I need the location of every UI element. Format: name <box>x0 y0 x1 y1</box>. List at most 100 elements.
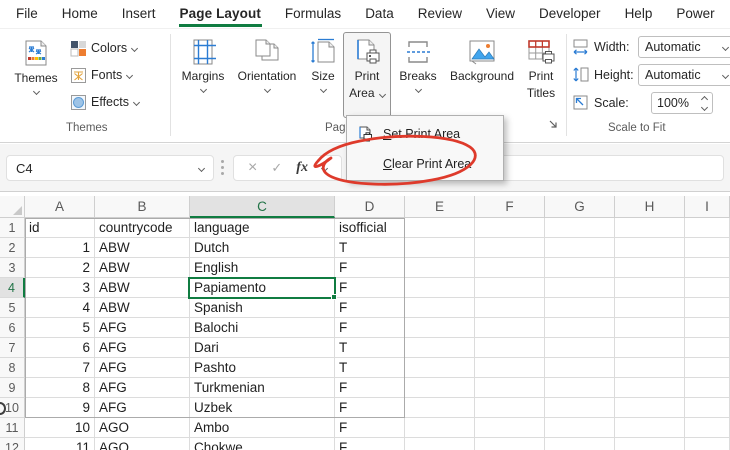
row-header-10[interactable]: 10 <box>0 398 25 418</box>
cell[interactable] <box>405 438 475 450</box>
cell[interactable] <box>545 278 615 298</box>
tab-view[interactable]: View <box>474 0 527 28</box>
cell[interactable] <box>405 418 475 438</box>
cell[interactable] <box>405 318 475 338</box>
cell[interactable] <box>615 378 685 398</box>
cell-B12[interactable]: AGO <box>95 438 190 450</box>
cell[interactable] <box>475 398 545 418</box>
cell-A5[interactable]: 4 <box>25 298 95 318</box>
cell[interactable] <box>545 358 615 378</box>
insert-function-button[interactable]: fx <box>296 160 308 176</box>
cell-D1[interactable]: isofficial <box>335 218 405 238</box>
row-header-2[interactable]: 2 <box>0 238 25 258</box>
cell-B7[interactable]: AFG <box>95 338 190 358</box>
cell[interactable] <box>545 238 615 258</box>
cell[interactable] <box>405 258 475 278</box>
cell-B2[interactable]: ABW <box>95 238 190 258</box>
column-header-C[interactable]: C <box>190 196 335 218</box>
cell[interactable] <box>475 238 545 258</box>
cell-A2[interactable]: 1 <box>25 238 95 258</box>
themes-button[interactable]: Themes <box>8 32 64 118</box>
tab-insert[interactable]: Insert <box>110 0 168 28</box>
cell-A6[interactable]: 5 <box>25 318 95 338</box>
column-header-H[interactable]: H <box>615 196 685 218</box>
page-setup-dialog-launcher[interactable] <box>548 119 562 133</box>
cell-D4[interactable]: F <box>335 278 405 298</box>
tab-page-layout[interactable]: Page Layout <box>168 0 273 28</box>
margins-button[interactable]: Margins <box>174 32 232 118</box>
cell[interactable] <box>545 258 615 278</box>
cell-D7[interactable]: T <box>335 338 405 358</box>
cell[interactable] <box>475 438 545 450</box>
menu-item-set-print-area[interactable]: Set Print Area <box>347 119 503 149</box>
cell[interactable] <box>545 418 615 438</box>
tab-help[interactable]: Help <box>613 0 665 28</box>
row-header-12[interactable]: 12 <box>0 438 25 450</box>
cell-A3[interactable]: 2 <box>25 258 95 278</box>
cell[interactable] <box>475 378 545 398</box>
cell-C8[interactable]: Pashto <box>190 358 335 378</box>
row-header-9[interactable]: 9 <box>0 378 25 398</box>
size-button[interactable]: Size <box>302 32 344 118</box>
cell-C4-selected[interactable]: Papiamento <box>190 278 335 298</box>
cell-C12[interactable]: Chokwe <box>190 438 335 450</box>
tab-data[interactable]: Data <box>353 0 406 28</box>
column-header-E[interactable]: E <box>405 196 475 218</box>
cell-D12[interactable]: F <box>335 438 405 450</box>
cell[interactable] <box>685 398 730 418</box>
row-header-6[interactable]: 6 <box>0 318 25 338</box>
cell[interactable] <box>545 338 615 358</box>
cell[interactable] <box>405 338 475 358</box>
cell[interactable] <box>405 358 475 378</box>
cell[interactable] <box>615 418 685 438</box>
cell-A7[interactable]: 6 <box>25 338 95 358</box>
cell[interactable] <box>405 278 475 298</box>
cell[interactable] <box>685 338 730 358</box>
cell[interactable] <box>685 278 730 298</box>
cell[interactable] <box>685 418 730 438</box>
column-header-A[interactable]: A <box>25 196 95 218</box>
cell-A10[interactable]: 9 <box>25 398 95 418</box>
cell[interactable] <box>475 358 545 378</box>
cell-C7[interactable]: Dari <box>190 338 335 358</box>
cell[interactable] <box>475 418 545 438</box>
cell[interactable] <box>615 238 685 258</box>
background-button[interactable]: Background <box>443 32 521 118</box>
cell[interactable] <box>615 218 685 238</box>
cancel-button[interactable]: × <box>248 160 257 176</box>
cell-B8[interactable]: AFG <box>95 358 190 378</box>
cell[interactable] <box>405 378 475 398</box>
row-header-11[interactable]: 11 <box>0 418 25 438</box>
cell[interactable] <box>685 258 730 278</box>
cell[interactable] <box>475 298 545 318</box>
cell[interactable] <box>615 298 685 318</box>
cell[interactable] <box>475 278 545 298</box>
column-header-B[interactable]: B <box>95 196 190 218</box>
cell[interactable] <box>545 378 615 398</box>
fonts-button[interactable]: Fonts <box>70 63 132 87</box>
cell-B9[interactable]: AFG <box>95 378 190 398</box>
row-header-8[interactable]: 8 <box>0 358 25 378</box>
cell-D11[interactable]: F <box>335 418 405 438</box>
row-header-1[interactable]: 1 <box>0 218 25 238</box>
cell[interactable] <box>475 258 545 278</box>
cell-B3[interactable]: ABW <box>95 258 190 278</box>
cell[interactable] <box>545 218 615 238</box>
row-header-7[interactable]: 7 <box>0 338 25 358</box>
cell[interactable] <box>615 338 685 358</box>
spinner-arrows-icon[interactable] <box>702 97 707 110</box>
cell[interactable] <box>475 318 545 338</box>
tab-home[interactable]: Home <box>50 0 110 28</box>
cell[interactable] <box>545 318 615 338</box>
cell[interactable] <box>615 278 685 298</box>
cell[interactable] <box>685 358 730 378</box>
tab-power[interactable]: Power <box>664 0 726 28</box>
cell-D9[interactable]: F <box>335 378 405 398</box>
effects-button[interactable]: Effects <box>70 90 139 114</box>
enter-button[interactable]: ✓ <box>271 160 282 176</box>
cell[interactable] <box>405 218 475 238</box>
row-header-5[interactable]: 5 <box>0 298 25 318</box>
cell[interactable] <box>475 218 545 238</box>
cell-A4[interactable]: 3 <box>25 278 95 298</box>
column-header-I[interactable]: I <box>685 196 730 218</box>
